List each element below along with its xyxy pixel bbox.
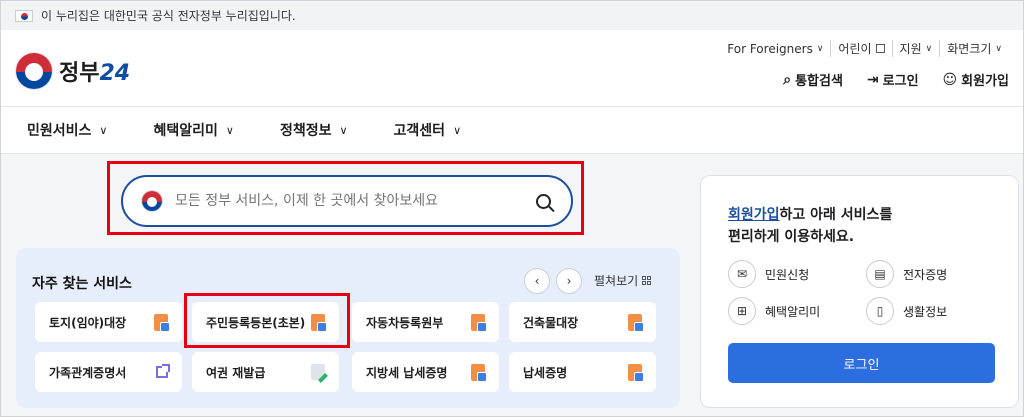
chevron-down-icon: ∨ [816,43,824,54]
chevron-down-icon: ∨ [225,123,234,137]
edit-icon [311,364,325,380]
chevron-right-icon: › [566,274,572,288]
external-link-icon [156,364,170,378]
chevron-down-icon: ∨ [339,123,348,137]
screen-size-link[interactable]: 화면크기 ∨ [939,40,1009,57]
for-foreigners-link[interactable]: For Foreigners ∨ [720,40,830,57]
nav-benefits[interactable]: 혜택알리미 ∨ [153,120,233,140]
grid-icon [642,276,652,285]
main-nav: 민원서비스 ∨ 혜택알리미 ∨ 정책정보 ∨ 고객센터 ∨ [1,106,1023,154]
service-card-vehicle-register[interactable]: 자동차등록원부 [352,302,499,342]
taegeuk-logo-icon [15,52,53,90]
next-button[interactable]: › [556,268,582,294]
external-link-icon [875,44,885,53]
user-plus-icon: ☺ [942,71,958,88]
gov-banner-text: 이 누리집은 대한민국 공식 전자정부 누리집입니다. [41,9,296,23]
document-icon [471,313,487,332]
chevron-down-icon: ∨ [453,123,462,137]
frequent-services-title: 자주 찾는 서비스 [32,276,132,292]
member-message: 회원가입하고 아래 서비스를 편리하게 이용하세요. [728,207,893,245]
member-service-civil-request[interactable]: ✉ 민원신청 [728,260,809,288]
prev-button[interactable]: ‹ [524,268,550,294]
logo-text: 정부24 [59,61,131,86]
member-service-living-info[interactable]: ▯ 생활정보 [866,297,947,325]
member-service-benefits[interactable]: ⊞ 혜택알리미 [728,297,820,325]
login-button[interactable]: 로그인 [728,343,995,383]
member-service-e-certificate[interactable]: ▤ 전자증명 [866,260,947,288]
nav-policy-info[interactable]: 정책정보 ∨ [280,120,348,140]
mail-icon: ✉ [728,260,756,288]
children-link[interactable]: 어린이 [830,40,891,57]
signup-link[interactable]: ☺ 회원가입 [942,70,1009,90]
gift-icon: ⊞ [728,297,756,325]
chevron-left-icon: ‹ [534,274,540,288]
main-actions: ⌕ 통합검색 ⇥ 로그인 ☺ 회원가입 [759,70,1009,90]
integrated-search-button[interactable]: ⌕ 통합검색 [783,70,843,90]
service-card-land-register[interactable]: 토지(임야)대장 [35,302,182,342]
chevron-down-icon: ∨ [925,43,933,54]
signup-text-link[interactable]: 회원가입 [728,207,780,223]
chevron-down-icon: ∨ [995,43,1002,54]
document-icon [471,363,487,382]
service-card-family-certificate[interactable]: 가족관계증명서 [35,352,182,392]
highlight-box-resident-card [184,293,350,348]
login-icon: ⇥ [866,71,879,88]
site-logo[interactable]: 정부24 [15,52,130,90]
highlight-box-search [107,161,584,235]
document-icon [154,313,170,332]
chevron-down-icon: ∨ [99,123,108,137]
gov-banner: 이 누리집은 대한민국 공식 전자정부 누리집입니다. [1,1,1023,30]
search-icon: ⌕ [783,71,792,88]
login-link[interactable]: ⇥ 로그인 [866,70,919,90]
document-icon [628,363,644,382]
korea-flag-icon [15,9,33,22]
service-card-building-register[interactable]: 건축물대장 [509,302,656,342]
service-card-tax-certificate[interactable]: 납세증명 [509,352,656,392]
nav-customer-center[interactable]: 고객센터 ∨ [394,120,462,140]
certificate-icon: ▤ [866,260,894,288]
member-panel: 회원가입하고 아래 서비스를 편리하게 이용하세요. ✉ 민원신청 ▤ 전자증명… [700,175,1019,408]
expand-view-button[interactable]: 펼쳐보기 [594,272,652,289]
utility-links: For Foreigners ∨ 어린이 지원 ∨ 화면크기 ∨ [720,40,1009,57]
support-link[interactable]: 지원 ∨ [891,40,940,57]
header: 정부24 For Foreigners ∨ 어린이 지원 ∨ 화면크기 ∨ ⌕ 통합검색… [1,30,1023,106]
service-card-passport-reissue[interactable]: 여권 재발급 [192,352,339,392]
service-card-local-tax-certificate[interactable]: 지방세 납세증명 [352,352,499,392]
nav-civil-services[interactable]: 민원서비스 ∨ [27,120,107,140]
document-icon [628,313,644,332]
bookmark-icon: ▯ [866,297,894,325]
